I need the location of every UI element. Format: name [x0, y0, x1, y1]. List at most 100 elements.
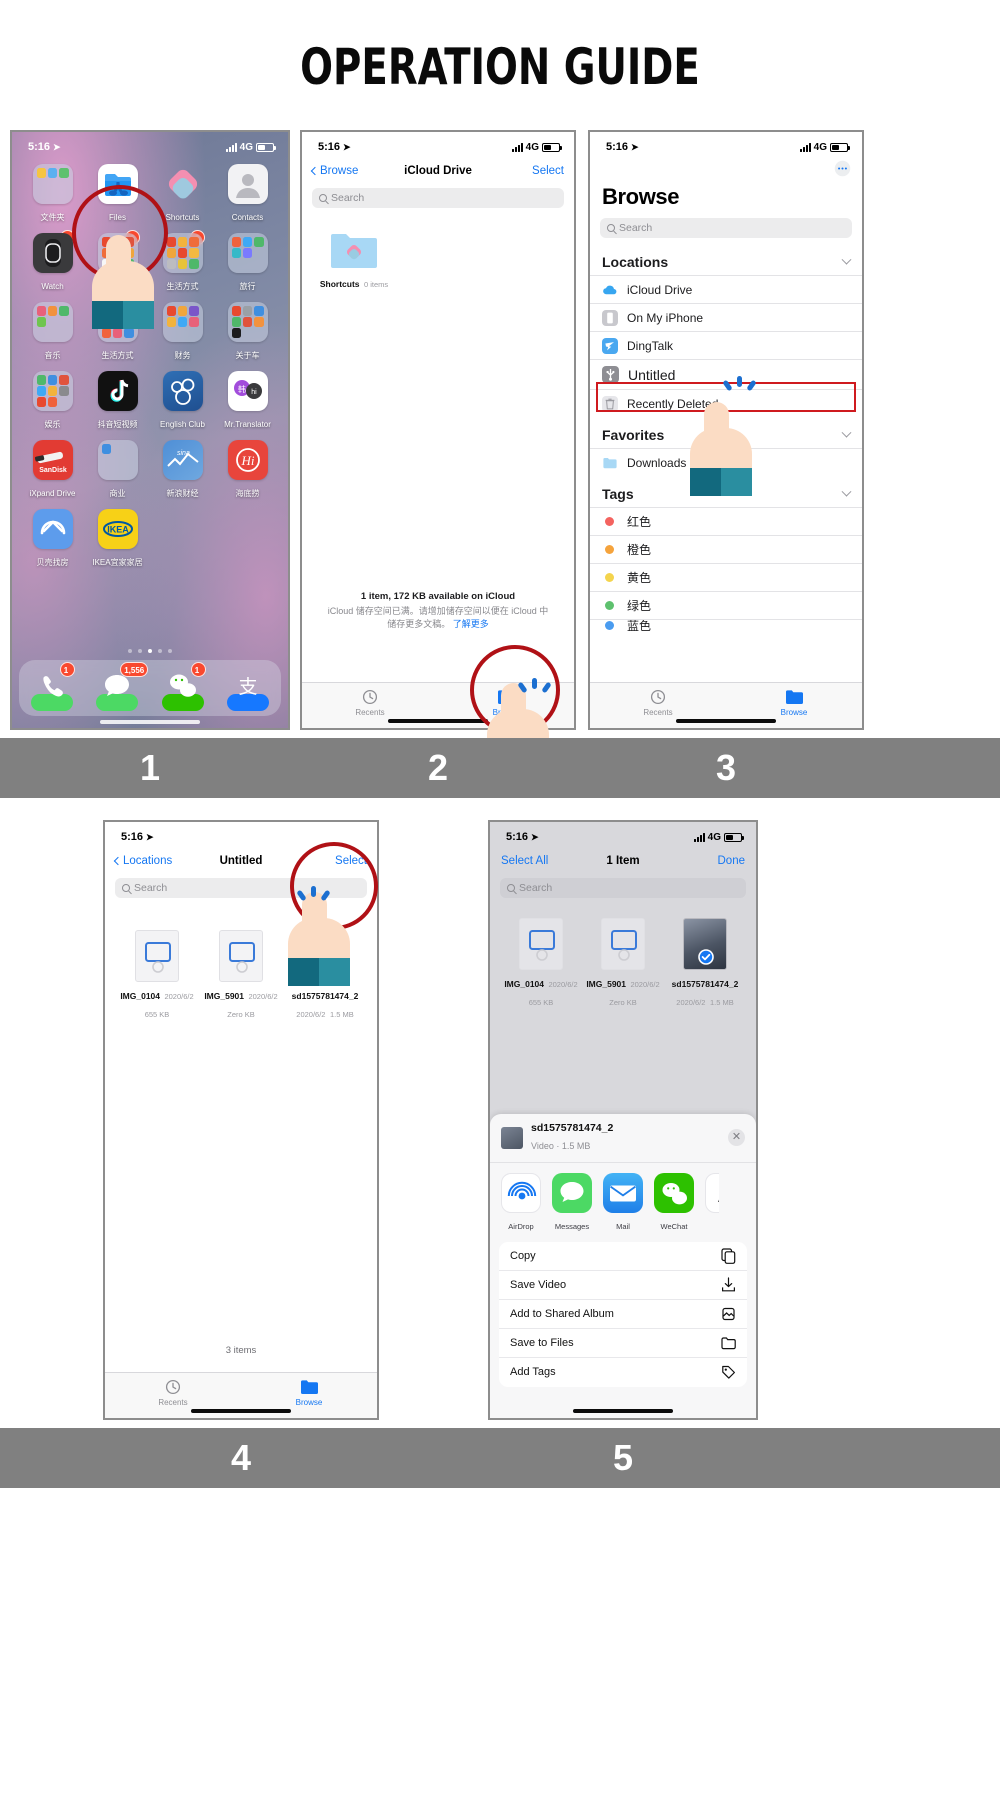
tag-row-yellow[interactable]: 黄色: [590, 563, 862, 591]
file-tile[interactable]: sd1575781474_2 2020/6/2 1.5 MB: [283, 930, 367, 1022]
tab-browse[interactable]: Browse: [726, 687, 862, 717]
file-size: 655 KB: [528, 998, 554, 1007]
chevron-down-icon[interactable]: [841, 427, 852, 438]
app-icon-shortcuts[interactable]: Shortcuts: [150, 164, 215, 225]
file-tile[interactable]: IMG_5901 2020/6/2 Zero KB: [199, 930, 283, 1022]
search-input[interactable]: Search: [500, 878, 746, 898]
search-input[interactable]: Search: [115, 878, 367, 898]
folder-icon: [227, 302, 268, 342]
messages-icon: [552, 1172, 592, 1213]
app-icon-folder-shenghuo-a[interactable]: 1 生活方式: [85, 230, 150, 294]
action-add-tags[interactable]: Add Tags: [499, 1358, 747, 1387]
app-icon-folder-yule[interactable]: 娱乐: [20, 371, 85, 432]
app-icon-folder-caiwu[interactable]: 财务: [150, 302, 215, 363]
chevron-down-icon[interactable]: [841, 486, 852, 497]
ikea-icon: IKEA: [97, 509, 138, 549]
app-icon-haidilao[interactable]: Hi 海底捞: [215, 440, 280, 501]
location-row-untitled[interactable]: Untitled: [590, 359, 862, 389]
share-app-label: Messages: [554, 1221, 590, 1231]
app-icon-folder-wenjianjia[interactable]: 文件夹: [20, 164, 85, 225]
dock-item-messages[interactable]: 1,556: [96, 661, 149, 712]
app-icon-folder-yinyue[interactable]: 音乐: [20, 302, 85, 363]
file-tile[interactable]: IMG_5901 2020/6/2 Zero KB: [582, 918, 664, 1010]
folder-tile-shortcuts[interactable]: Shortcuts 0 items: [312, 228, 396, 292]
status-bar: 5:16 ➤ 4G: [105, 822, 377, 848]
file-tile-selected[interactable]: sd1575781474_2 2020/6/2 1.5 MB: [664, 918, 746, 1010]
action-save-to-files[interactable]: Save to Files: [499, 1329, 747, 1358]
back-button[interactable]: Locations: [113, 855, 173, 867]
dock-item-wechat[interactable]: 1: [161, 661, 206, 712]
chevron-down-icon[interactable]: [841, 254, 852, 265]
share-app-messages[interactable]: Messages: [552, 1172, 592, 1234]
action-copy[interactable]: Copy: [499, 1242, 747, 1271]
search-input[interactable]: Search: [600, 218, 852, 238]
app-label: Watch: [41, 282, 64, 291]
app-label: 关于车: [235, 351, 260, 360]
item-count: 3 items: [225, 1345, 257, 1356]
action-add-to-shared-album[interactable]: Add to Shared Album: [499, 1300, 747, 1329]
back-button[interactable]: Browse: [310, 165, 358, 177]
learn-more-link[interactable]: 了解更多: [453, 619, 489, 629]
share-app-wechat[interactable]: WeChat: [654, 1172, 694, 1234]
tab-browse[interactable]: Browse: [241, 1377, 377, 1407]
close-icon[interactable]: ✕: [728, 1129, 745, 1147]
svg-text:SanDisk: SanDisk: [39, 467, 67, 474]
tag-row-red[interactable]: 红色: [590, 507, 862, 535]
app-label: 贝壳找房: [36, 558, 69, 567]
tag-row-blue[interactable]: 蓝色: [590, 619, 862, 631]
select-button[interactable]: Select: [335, 855, 367, 867]
app-icon-sina-finance[interactable]: sina 新浪财经: [150, 440, 215, 501]
app-icon-tiktok[interactable]: 抖音短视频: [85, 371, 150, 432]
search-input[interactable]: Search: [312, 188, 564, 208]
app-icon-folder-guanyuche[interactable]: 关于车: [215, 302, 280, 363]
share-app-more[interactable]: A: [705, 1172, 719, 1216]
tag-row-orange[interactable]: 橙色: [590, 535, 862, 563]
app-icon-watch[interactable]: 1 Watch: [20, 230, 85, 294]
app-icon-english-club[interactable]: English Club: [150, 371, 215, 432]
tab-browse[interactable]: Browse: [438, 687, 574, 717]
app-icon-folder-shenghuo-b[interactable]: 1 生活方式: [150, 230, 215, 294]
favorite-row-downloads[interactable]: Downloads: [590, 448, 862, 476]
app-icon-folder-lvxing[interactable]: 旅行: [215, 233, 280, 294]
svg-text:支: 支: [239, 676, 258, 698]
share-app-airdrop[interactable]: AirDrop: [501, 1172, 541, 1234]
app-icon-ixpand-drive[interactable]: SanDisk iXpand Drive: [20, 440, 85, 501]
folder-icon: [97, 440, 138, 480]
action-save-video[interactable]: Save Video: [499, 1271, 747, 1300]
folder-icon: [32, 371, 73, 411]
app-icon-translator[interactable]: 韩 hi Mr.Translator: [215, 371, 280, 432]
app-label: Shortcuts: [165, 213, 200, 222]
dock-item-alipay[interactable]: 支: [227, 665, 270, 712]
step-number: 4: [230, 1437, 252, 1478]
location-row-icloud-drive[interactable]: iCloud Drive: [590, 275, 862, 303]
tab-label: Browse: [295, 1398, 323, 1407]
location-arrow-icon: ➤: [531, 831, 539, 842]
back-label: Locations: [123, 855, 173, 867]
browse-locations-screen: 5:16 ➤ 4G Browse Search Locations iCloud…: [590, 132, 862, 728]
contacts-icon: [227, 164, 268, 204]
file-tile[interactable]: IMG_0104 2020/6/2 655 KB: [115, 930, 199, 1022]
app-icon-files[interactable]: Files: [85, 164, 150, 225]
tiktok-icon: [97, 371, 138, 411]
tab-recents[interactable]: Recents: [590, 687, 726, 717]
file-tile[interactable]: IMG_0104 2020/6/2 655 KB: [500, 918, 582, 1010]
dock-item-phone[interactable]: 1: [30, 661, 75, 712]
tag-row-green[interactable]: 绿色: [590, 591, 862, 619]
location-row-recently-deleted[interactable]: Recently Deleted: [590, 389, 862, 417]
app-icon-shangye[interactable]: 商业: [85, 440, 150, 501]
ellipsis-circle-icon[interactable]: [834, 160, 851, 182]
chevron-left-icon: [113, 856, 123, 866]
app-icon-beike[interactable]: 贝壳找房: [20, 509, 85, 570]
tab-recents[interactable]: Recents: [302, 687, 438, 717]
status-bar: 5:16 ➤ 4G: [590, 132, 862, 158]
icloud-icon: [602, 282, 618, 298]
tab-recents[interactable]: Recents: [105, 1377, 241, 1407]
app-icon-ikea[interactable]: IKEA IKEA宜家家居: [85, 509, 150, 570]
location-row-dingtalk[interactable]: DingTalk: [590, 331, 862, 359]
app-icon-contacts[interactable]: Contacts: [215, 164, 280, 225]
select-button[interactable]: Select: [532, 165, 564, 177]
storage-warning-line1: iCloud 储存空间已满。请增加储存空间以便在 iCloud 中: [327, 606, 549, 616]
app-icon-folder-shenghuo-c[interactable]: 生活方式: [85, 302, 150, 363]
share-app-mail[interactable]: Mail: [603, 1172, 643, 1234]
location-row-on-my-iphone[interactable]: On My iPhone: [590, 303, 862, 331]
